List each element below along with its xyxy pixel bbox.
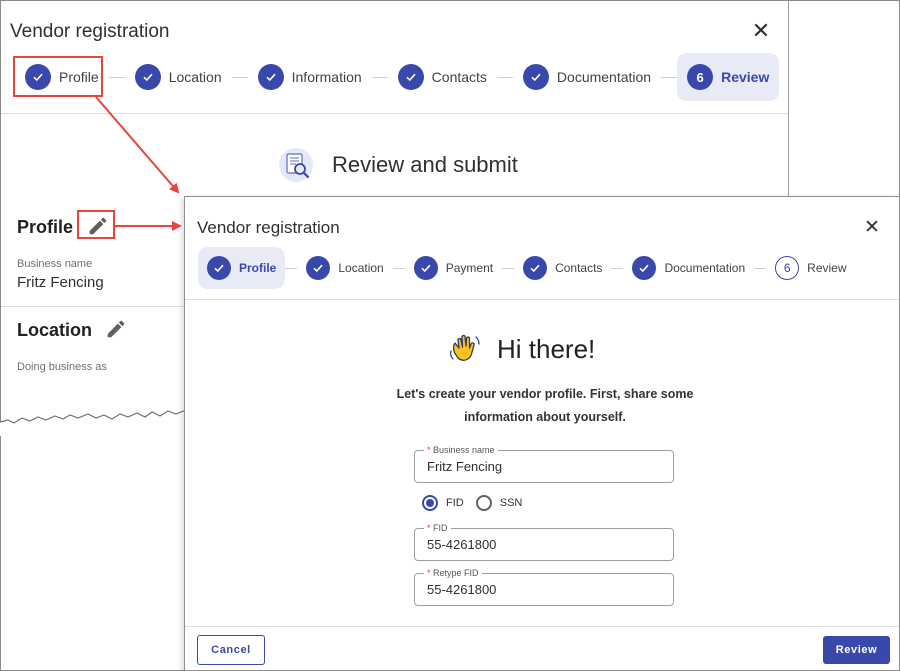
required-mark: *	[427, 568, 431, 578]
step-documentation[interactable]: Documentation	[623, 247, 754, 289]
step-label: Contacts	[555, 261, 603, 275]
required-mark: *	[427, 445, 431, 455]
field-label: Doing business as	[17, 361, 107, 373]
check-icon	[523, 256, 548, 280]
step-review[interactable]: 6 Review	[677, 53, 780, 101]
step-connector	[392, 267, 405, 269]
divider	[1, 113, 788, 114]
step-label: Location	[168, 69, 222, 85]
check-icon	[306, 256, 331, 280]
greeting-row: Hi there!	[447, 331, 595, 367]
field-label: * Business name	[424, 444, 498, 456]
radio-ssn[interactable]	[475, 495, 492, 511]
step-label: Documentation	[664, 261, 746, 275]
field-label: Business name	[17, 258, 93, 270]
step-label: Review	[807, 261, 847, 275]
step-number: 6	[775, 256, 800, 280]
check-icon	[257, 64, 284, 90]
business-name-field[interactable]: * Business name Fritz Fencing	[414, 444, 674, 483]
field-value: 55-4261800	[427, 537, 497, 552]
step-review[interactable]: 6 Review	[766, 247, 855, 289]
check-icon	[522, 64, 549, 90]
field-label-text: FID	[433, 523, 448, 533]
close-icon[interactable]: ✕	[861, 217, 883, 239]
field-value: Fritz Fencing	[17, 274, 104, 291]
step-label: Profile	[239, 261, 277, 275]
field-label-text: Business name	[433, 445, 495, 455]
dialog-title: Vendor registration	[10, 21, 170, 42]
step-connector	[661, 76, 678, 78]
check-icon	[413, 256, 438, 280]
review-header: Review and submit	[278, 147, 518, 183]
field-label: * Retype FID	[424, 567, 482, 579]
review-title: Review and submit	[332, 152, 518, 177]
review-button[interactable]: Review	[823, 636, 890, 664]
cancel-button[interactable]: Cancel	[197, 635, 265, 665]
greeting-title: Hi there!	[497, 333, 596, 364]
highlight-box-profile-step	[13, 56, 103, 97]
close-icon[interactable]: ✕	[749, 19, 773, 43]
step-connector	[231, 76, 248, 78]
retype-fid-field[interactable]: * Retype FID 55-4261800	[414, 567, 674, 606]
check-icon	[207, 256, 231, 280]
step-location[interactable]: Location	[125, 53, 232, 101]
step-connector	[754, 267, 767, 269]
document-search-icon	[279, 148, 313, 182]
foreground-dialog: Vendor registration ✕ Profile Location P…	[184, 196, 900, 671]
check-icon	[632, 256, 657, 280]
tax-id-type-group: FID SSN	[422, 495, 534, 511]
intro-line: information about yourself.	[464, 410, 626, 424]
dialog-title: Vendor registration	[197, 218, 340, 237]
step-label: Information	[291, 69, 362, 85]
step-connector	[502, 267, 515, 269]
waving-hand-icon	[450, 334, 480, 361]
torn-edge	[0, 409, 186, 436]
intro-text: Let's create your vendor profile. First,…	[375, 383, 715, 429]
step-information[interactable]: Information	[248, 53, 372, 101]
step-label: Location	[338, 261, 384, 275]
radio-label: FID	[446, 497, 464, 509]
field-label-text: Retype FID	[433, 568, 479, 578]
check-icon	[134, 64, 161, 90]
step-number: 6	[687, 64, 714, 90]
stepper: Profile Location Information Contacts Do…	[15, 53, 780, 101]
radio-label: SSN	[499, 497, 523, 509]
divider	[185, 626, 899, 627]
divider	[185, 299, 899, 300]
step-contacts[interactable]: Contacts	[388, 53, 497, 101]
pencil-icon[interactable]	[105, 318, 127, 340]
step-documentation[interactable]: Documentation	[513, 53, 661, 101]
step-location[interactable]: Location	[297, 247, 392, 289]
step-payment[interactable]: Payment	[405, 247, 502, 289]
section-divider	[1, 306, 186, 307]
section-title-location: Location	[17, 320, 92, 340]
stepper: Profile Location Payment Contacts Docume…	[198, 247, 856, 289]
step-connector	[496, 76, 513, 78]
step-connector	[285, 267, 298, 269]
radio-fid[interactable]	[422, 495, 438, 511]
step-label: Documentation	[556, 69, 652, 85]
section-title-profile: Profile	[17, 217, 74, 237]
fid-field[interactable]: * FID 55-4261800	[414, 522, 674, 561]
step-connector	[371, 76, 388, 78]
required-mark: *	[427, 523, 431, 533]
step-label: Payment	[445, 261, 494, 275]
step-connector	[611, 267, 624, 269]
step-connector	[108, 76, 125, 78]
step-contacts[interactable]: Contacts	[514, 247, 611, 289]
field-value: Fritz Fencing	[427, 459, 503, 474]
field-value: 55-4261800	[427, 582, 497, 597]
step-label: Review	[721, 69, 770, 85]
check-icon	[397, 64, 424, 90]
field-label: * FID	[424, 522, 451, 534]
step-label: Contacts	[431, 69, 487, 85]
highlight-box-edit-icon	[77, 210, 115, 239]
intro-line: Let's create your vendor profile. First,…	[396, 387, 694, 401]
step-profile[interactable]: Profile	[198, 247, 286, 289]
